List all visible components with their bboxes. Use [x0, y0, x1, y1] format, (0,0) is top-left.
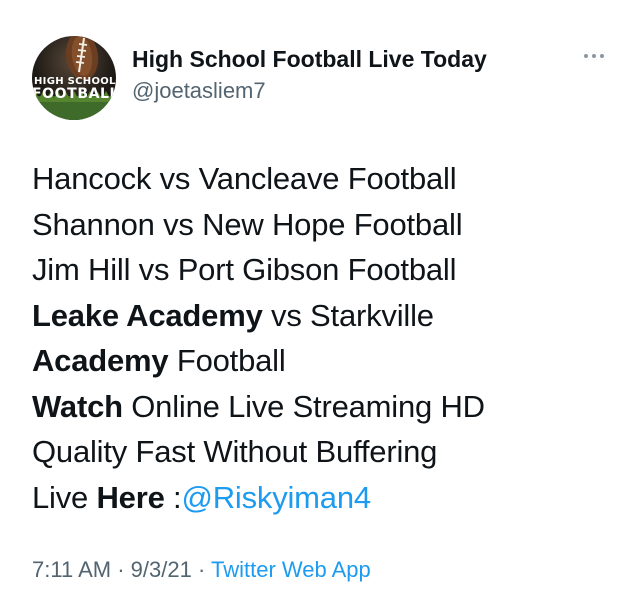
more-horizontal-icon[interactable] [584, 50, 608, 62]
avatar[interactable]: HIGH SCHOOL FOOTBALL [32, 36, 116, 120]
tweet-text-span: : [164, 479, 182, 515]
bold-text: Leake Academy [32, 297, 263, 333]
tweet-text-span: Football [168, 343, 286, 378]
bold-text: Academy [32, 343, 169, 378]
tweet-line: Hancock vs Vancleave Football [32, 161, 457, 196]
bold-text: Watch [32, 388, 123, 424]
tweet-time[interactable]: 7:11 AM [32, 557, 111, 582]
tweet-source-link[interactable]: Twitter Web App [211, 557, 371, 582]
tweet-line: Leake Academy vs Starkville [32, 293, 622, 339]
meta-separator: · [111, 557, 131, 582]
tweet-text-span: Live [32, 479, 97, 515]
tweet-date[interactable]: 9/3/21 [131, 557, 192, 582]
meta-separator: · [191, 557, 211, 582]
tweet-line: Live Here :@Riskyiman4 [32, 475, 622, 521]
tweet-meta: 7:11 AM · 9/3/21 · Twitter Web App [32, 557, 371, 583]
bold-text: Here [96, 479, 165, 515]
avatar-text-line2: FOOTBALL [32, 86, 116, 102]
tweet-line: Watch Online Live Streaming HD [32, 384, 622, 430]
tweet-line: Quality Fast Without Buffering [32, 434, 438, 469]
author-display-name[interactable]: High School Football Live Today [132, 46, 487, 73]
tweet-line: Jim Hill vs Port Gibson Football [32, 252, 457, 287]
tweet-text: Hancock vs Vancleave Football Shannon vs… [32, 156, 622, 520]
author-handle[interactable]: @joetasliem7 [132, 78, 266, 104]
tweet-card: HIGH SCHOOL FOOTBALL High School Footbal… [0, 0, 640, 591]
tweet-line: Academy Football [32, 338, 622, 384]
tweet-text-span: Online Live Streaming HD [122, 388, 485, 424]
tweet-line: Shannon vs New Hope Football [32, 206, 463, 242]
tweet-text-span: vs Starkville [262, 297, 434, 333]
mention-link[interactable]: @Riskyiman4 [181, 480, 371, 515]
